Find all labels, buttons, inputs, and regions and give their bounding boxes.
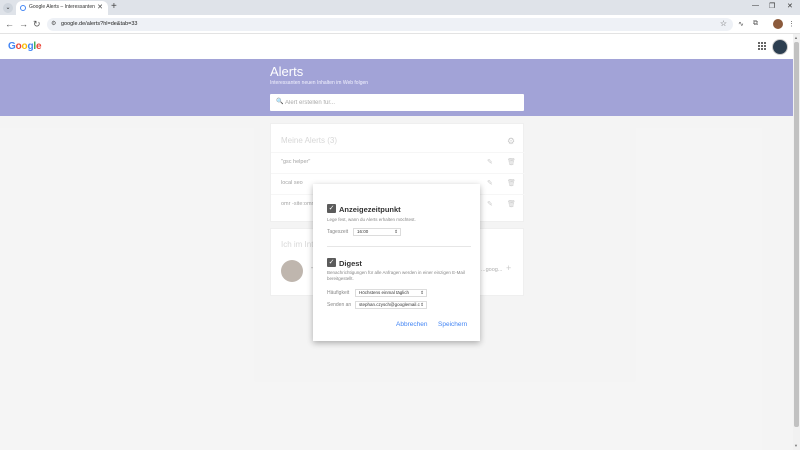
bookmark-star-icon[interactable]: ☆ (720, 19, 727, 28)
digest-checkbox[interactable]: ✓ (327, 258, 336, 267)
page-subtitle: Interessanten neuen Inhalten im Web folg… (270, 80, 369, 86)
reload-icon[interactable]: ↻ (33, 19, 41, 29)
minimize-icon[interactable]: — (752, 2, 759, 9)
browser-profile-avatar[interactable] (773, 19, 783, 29)
extensions-icon[interactable]: ⧉ (753, 20, 758, 28)
window-close-icon[interactable]: ✕ (787, 2, 793, 10)
scroll-up-icon[interactable]: ▲ (794, 35, 798, 40)
tab-search-icon[interactable]: ⌄ (3, 3, 13, 13)
google-favicon-icon (20, 5, 26, 11)
google-logo[interactable]: Google (8, 41, 42, 52)
frequency-label: Häufigkeit (327, 290, 350, 296)
address-bar[interactable]: ⚙ google.de/alerts?hl=de&tab=33 ☆ (47, 18, 733, 31)
back-icon[interactable]: ← (5, 19, 14, 29)
logo-letter: e (35, 41, 42, 52)
performance-icon[interactable]: ∿ (738, 20, 744, 28)
delivery-time-checkbox[interactable]: ✓ (327, 204, 336, 213)
time-select[interactable]: 16:00 ⇕ (353, 228, 401, 236)
new-tab-icon[interactable]: + (111, 1, 117, 13)
scroll-down-icon[interactable]: ▼ (794, 443, 798, 448)
page-header: Google (0, 34, 793, 59)
save-button[interactable]: Speichern (438, 321, 467, 328)
account-avatar[interactable] (772, 39, 788, 55)
page-scrollbar[interactable]: ▲ ▼ (793, 34, 800, 450)
settings-dialog: ✓ Anzeigezeitpunkt Lege fest, wann du Al… (313, 184, 480, 341)
logo-letter: G (8, 41, 16, 52)
time-value: 16:00 (357, 229, 369, 234)
send-to-select[interactable]: stephan.czysch@googlemail.c ⇕ (355, 301, 427, 309)
browser-toolbar: ← → ↻ ⚙ google.de/alerts?hl=de&tab=33 ☆ … (0, 15, 800, 34)
alerts-banner: Alerts Interessanten neuen Inhalten im W… (0, 59, 793, 116)
time-label: Tageszeit (327, 229, 349, 235)
cancel-button[interactable]: Abbrechen (396, 321, 427, 328)
url-text: google.de/alerts?hl=de&tab=33 (61, 21, 138, 27)
delivery-time-desc: Lege fest, wann du Alerts erhalten möcht… (327, 217, 416, 222)
chevron-updown-icon: ⇕ (420, 290, 424, 295)
apps-grid-icon[interactable] (758, 42, 766, 50)
frequency-value: Höchstens einmal täglich (359, 290, 410, 295)
send-to-value: stephan.czysch@googlemail.c (359, 302, 420, 307)
chevron-updown-icon: ⇕ (420, 302, 424, 307)
search-icon: 🔍 (276, 99, 284, 105)
site-info-icon[interactable]: ⚙ (51, 20, 56, 27)
page-title: Alerts (270, 64, 304, 79)
tab-strip: ⌄ Google Alerts – Interessanten I ✕ + — … (0, 0, 800, 15)
browser-tab[interactable]: Google Alerts – Interessanten I ✕ (16, 1, 108, 15)
close-tab-icon[interactable]: ✕ (97, 3, 103, 11)
create-alert-box[interactable]: 🔍 (270, 94, 524, 111)
delivery-time-title: Anzeigezeitpunkt (339, 205, 401, 214)
frequency-select[interactable]: Höchstens einmal täglich ⇕ (355, 289, 427, 297)
chevron-updown-icon: ⇕ (394, 229, 398, 234)
browser-menu-icon[interactable]: ⋮ (788, 20, 795, 28)
create-alert-input[interactable] (285, 94, 515, 111)
forward-icon[interactable]: → (19, 19, 28, 29)
digest-title: Digest (339, 259, 362, 268)
send-to-label: Senden an (327, 302, 352, 308)
tab-title: Google Alerts – Interessanten I (29, 4, 95, 10)
digest-desc: Benachrichtigungen für alle Anfragen wer… (327, 270, 465, 281)
divider (327, 246, 471, 247)
scrollbar-thumb[interactable] (794, 42, 799, 427)
maximize-icon[interactable]: ❐ (769, 2, 775, 10)
